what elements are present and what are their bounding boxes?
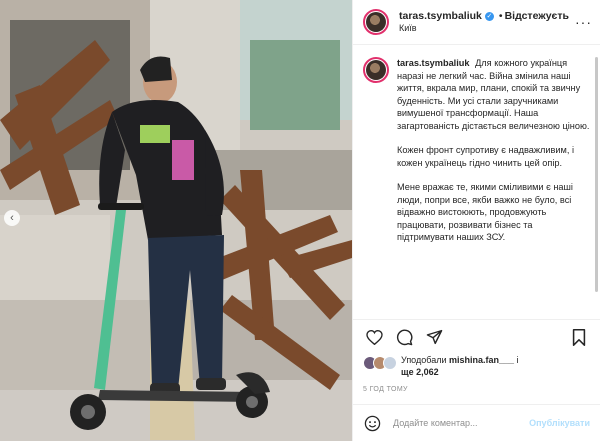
likes-summary: Уподобали mishina.fan___ і ще 2,062 bbox=[353, 354, 600, 386]
caption-body: taras.tsymbaliuk Для кожного українця на… bbox=[397, 57, 590, 319]
author-info: taras.tsymbaliuk ✓ • Відстежуєть Київ bbox=[399, 10, 569, 34]
photo-scene bbox=[0, 0, 352, 441]
comment-input[interactable] bbox=[391, 417, 530, 429]
publish-button[interactable]: Опублікувати bbox=[529, 418, 590, 428]
liker-avatars bbox=[363, 356, 397, 370]
verified-badge-icon: ✓ bbox=[484, 11, 494, 21]
liker-username[interactable]: mishina.fan___ bbox=[449, 355, 514, 365]
post-caption: taras.tsymbaliuk Для кожного українця на… bbox=[353, 45, 600, 319]
post-sidebar: taras.tsymbaliuk ✓ • Відстежуєть Київ ··… bbox=[352, 0, 600, 441]
likes-count-link[interactable]: ще 2,062 bbox=[401, 367, 439, 377]
action-bar bbox=[353, 319, 600, 354]
caption-avatar[interactable] bbox=[363, 57, 389, 83]
caption-paragraph-1: taras.tsymbaliuk Для кожного українця на… bbox=[397, 58, 590, 131]
comment-bar: Опублікувати bbox=[353, 404, 600, 441]
smiley-icon[interactable] bbox=[363, 414, 381, 432]
author-username[interactable]: taras.tsymbaliuk bbox=[399, 10, 482, 23]
likes-text: Уподобали mishina.fan___ і ще 2,062 bbox=[401, 355, 519, 378]
post-photo[interactable]: ‹ bbox=[0, 0, 352, 441]
post-timestamp[interactable]: 5 ГОД ТОМУ bbox=[353, 386, 600, 404]
separator-dot: • bbox=[498, 9, 503, 22]
paper-plane-icon[interactable] bbox=[423, 326, 445, 348]
comment-bubble-icon[interactable] bbox=[393, 326, 415, 348]
bookmark-icon[interactable] bbox=[568, 326, 590, 348]
post-header: taras.tsymbaliuk ✓ • Відстежуєть Київ ··… bbox=[353, 0, 600, 45]
author-avatar[interactable] bbox=[363, 9, 389, 35]
ellipsis-icon[interactable]: ··· bbox=[575, 14, 592, 30]
caption-paragraph-3: Мене вражає те, якими сміливими є наші л… bbox=[397, 182, 573, 243]
previous-image-arrow-icon[interactable]: ‹ bbox=[4, 210, 20, 226]
instagram-post: ‹ taras.tsymbaliuk ✓ • Відстежуєть Київ … bbox=[0, 0, 600, 441]
caption-paragraph-2: Кожен фронт супротиву є надважливим, і к… bbox=[397, 145, 574, 168]
heart-icon[interactable] bbox=[363, 326, 385, 348]
caption-scrollbar[interactable] bbox=[595, 57, 598, 292]
caption-username[interactable]: taras.tsymbaliuk bbox=[397, 58, 470, 68]
post-location[interactable]: Київ bbox=[399, 23, 569, 34]
following-button[interactable]: Відстежуєть bbox=[505, 10, 569, 23]
